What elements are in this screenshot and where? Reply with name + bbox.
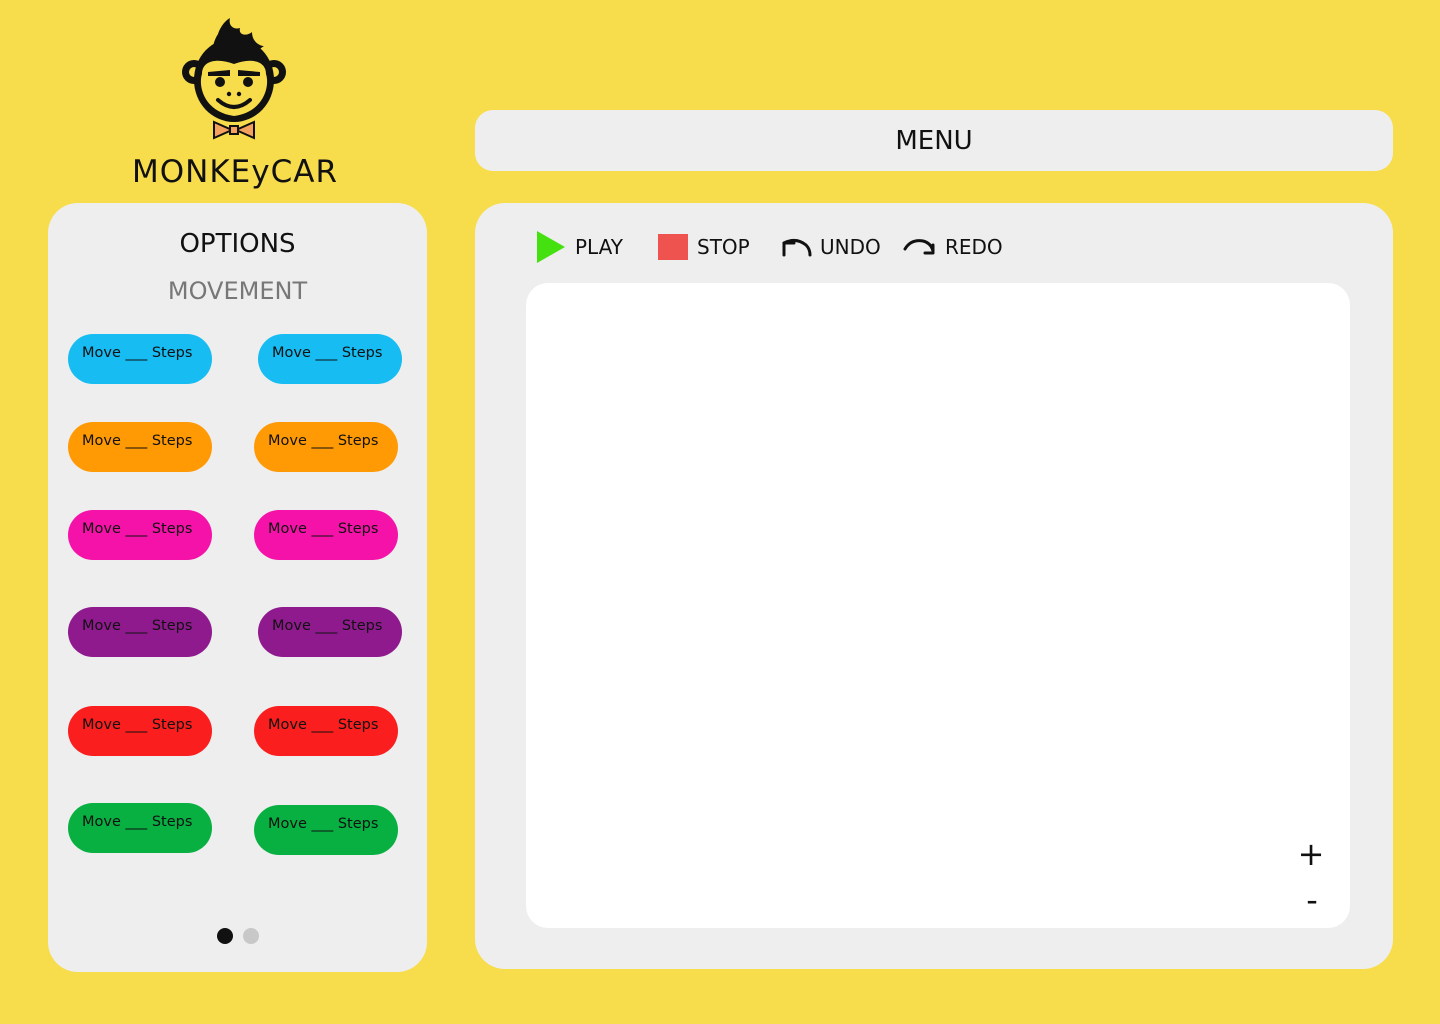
redo-label: REDO — [945, 235, 1003, 259]
brand-logo: MONKEyCAR — [120, 12, 350, 202]
stop-label: STOP — [697, 235, 750, 259]
redo-button[interactable]: REDO — [903, 227, 1003, 267]
monkey-logo-icon — [182, 18, 286, 140]
movement-block[interactable]: Move ___ Steps — [68, 334, 212, 384]
play-icon — [537, 231, 565, 263]
movement-block[interactable]: Move ___ Steps — [68, 422, 212, 472]
options-title: OPTIONS — [179, 229, 296, 259]
redo-arrow-icon — [903, 239, 935, 255]
movement-block[interactable]: Move ___ Steps — [68, 510, 212, 560]
page-dot[interactable] — [217, 928, 233, 944]
play-label: PLAY — [575, 235, 624, 259]
movement-block[interactable]: Move ___ Steps — [254, 422, 398, 472]
menu-button[interactable]: MENU — [475, 110, 1393, 171]
options-panel: OPTIONS MOVEMENT Move ___ Steps Move ___… — [48, 203, 427, 972]
movement-block[interactable]: Move ___ Steps — [254, 805, 398, 855]
zoom-in-button[interactable]: + — [1296, 838, 1326, 870]
movement-block[interactable]: Move ___ Steps — [68, 607, 212, 657]
brand-name: MONKEyCAR — [132, 154, 338, 190]
movement-block[interactable]: Move ___ Steps — [258, 607, 402, 657]
undo-label: UNDO — [820, 235, 881, 259]
code-canvas[interactable]: + - — [526, 283, 1350, 928]
movement-block[interactable]: Move ___ Steps — [254, 706, 398, 756]
movement-block[interactable]: Move ___ Steps — [258, 334, 402, 384]
page-indicator — [217, 928, 259, 944]
stop-icon — [658, 234, 688, 260]
movement-block[interactable]: Move ___ Steps — [68, 706, 212, 756]
undo-button[interactable]: UNDO — [780, 227, 881, 267]
stop-button[interactable]: STOP — [657, 227, 750, 267]
movement-block[interactable]: Move ___ Steps — [68, 803, 212, 853]
undo-arrow-icon — [782, 238, 812, 257]
page-dot[interactable] — [243, 928, 259, 944]
zoom-out-button[interactable]: - — [1297, 884, 1327, 916]
movement-block[interactable]: Move ___ Steps — [254, 510, 398, 560]
play-button[interactable]: PLAY — [535, 227, 623, 267]
workspace-panel: PLAY STOP UNDO REDO + - — [475, 203, 1393, 969]
category-title: MOVEMENT — [167, 277, 308, 305]
